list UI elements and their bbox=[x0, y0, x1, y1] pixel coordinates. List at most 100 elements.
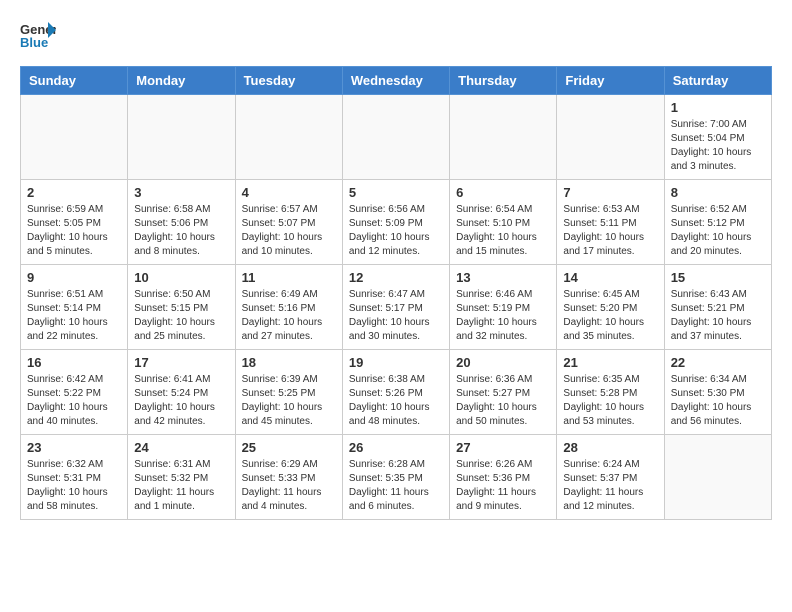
calendar-cell: 28 Sunrise: 6:24 AM Sunset: 5:37 PM Dayli… bbox=[557, 435, 664, 520]
calendar-week-row-1: 1Sunrise: 7:00 AM Sunset: 5:04 PM Daylig… bbox=[21, 95, 772, 180]
day-info: Sunrise: 6:32 AM Sunset: 5:31 PM Dayligh… bbox=[27, 458, 121, 514]
weekday-header-friday: Friday bbox=[557, 67, 664, 95]
day-info: Sunrise: 6:24 AM Sunset: 5:37 PM Dayligh… bbox=[563, 458, 657, 514]
calendar-cell bbox=[664, 435, 771, 520]
day-info: Sunrise: 6:57 AM Sunset: 5:07 PM Dayligh… bbox=[242, 203, 336, 259]
calendar-week-row-3: 9 Sunrise: 6:51 AM Sunset: 5:14 PM Daylig… bbox=[21, 265, 772, 350]
calendar-cell: 19 Sunrise: 6:38 AM Sunset: 5:26 PM Dayli… bbox=[342, 350, 449, 435]
calendar-cell bbox=[342, 95, 449, 180]
day-number: 1 bbox=[671, 100, 765, 115]
calendar-cell: 15 Sunrise: 6:43 AM Sunset: 5:21 PM Dayli… bbox=[664, 265, 771, 350]
logo: General Blue bbox=[20, 20, 56, 50]
day-number: 7 bbox=[563, 185, 657, 200]
calendar-cell bbox=[557, 95, 664, 180]
day-info: Sunrise: 6:31 AM Sunset: 5:32 PM Dayligh… bbox=[134, 458, 228, 514]
calendar-cell: 14Sunrise: 6:45 AM Sunset: 5:20 PM Dayli… bbox=[557, 265, 664, 350]
calendar-cell: 6 Sunrise: 6:54 AM Sunset: 5:10 PM Daylig… bbox=[450, 180, 557, 265]
day-number: 8 bbox=[671, 185, 765, 200]
day-info: Sunrise: 6:34 AM Sunset: 5:30 PM Dayligh… bbox=[671, 373, 765, 429]
calendar-cell: 23 Sunrise: 6:32 AM Sunset: 5:31 PM Dayli… bbox=[21, 435, 128, 520]
day-info: Sunrise: 6:59 AM Sunset: 5:05 PM Dayligh… bbox=[27, 203, 121, 259]
day-number: 14 bbox=[563, 270, 657, 285]
day-info: Sunrise: 6:39 AM Sunset: 5:25 PM Dayligh… bbox=[242, 373, 336, 429]
day-info: Sunrise: 6:29 AM Sunset: 5:33 PM Dayligh… bbox=[242, 458, 336, 514]
weekday-header-saturday: Saturday bbox=[664, 67, 771, 95]
calendar-week-row-4: 16 Sunrise: 6:42 AM Sunset: 5:22 PM Dayli… bbox=[21, 350, 772, 435]
calendar-cell: 17Sunrise: 6:41 AM Sunset: 5:24 PM Dayli… bbox=[128, 350, 235, 435]
weekday-header-monday: Monday bbox=[128, 67, 235, 95]
day-number: 13 bbox=[456, 270, 550, 285]
day-number: 5 bbox=[349, 185, 443, 200]
calendar-cell bbox=[21, 95, 128, 180]
day-number: 27 bbox=[456, 440, 550, 455]
day-number: 25 bbox=[242, 440, 336, 455]
day-number: 21 bbox=[563, 355, 657, 370]
calendar-cell: 18 Sunrise: 6:39 AM Sunset: 5:25 PM Dayli… bbox=[235, 350, 342, 435]
weekday-header-sunday: Sunday bbox=[21, 67, 128, 95]
calendar-cell: 5Sunrise: 6:56 AM Sunset: 5:09 PM Daylig… bbox=[342, 180, 449, 265]
calendar-cell: 26Sunrise: 6:28 AM Sunset: 5:35 PM Dayli… bbox=[342, 435, 449, 520]
calendar-week-row-5: 23 Sunrise: 6:32 AM Sunset: 5:31 PM Dayli… bbox=[21, 435, 772, 520]
day-number: 11 bbox=[242, 270, 336, 285]
day-number: 24 bbox=[134, 440, 228, 455]
calendar-cell: 1Sunrise: 7:00 AM Sunset: 5:04 PM Daylig… bbox=[664, 95, 771, 180]
calendar-cell: 11 Sunrise: 6:49 AM Sunset: 5:16 PM Dayli… bbox=[235, 265, 342, 350]
calendar-cell: 20 Sunrise: 6:36 AM Sunset: 5:27 PM Dayli… bbox=[450, 350, 557, 435]
calendar-cell: 21 Sunrise: 6:35 AM Sunset: 5:28 PM Dayli… bbox=[557, 350, 664, 435]
calendar-cell: 10 Sunrise: 6:50 AM Sunset: 5:15 PM Dayli… bbox=[128, 265, 235, 350]
weekday-header-thursday: Thursday bbox=[450, 67, 557, 95]
day-number: 15 bbox=[671, 270, 765, 285]
calendar-cell: 7Sunrise: 6:53 AM Sunset: 5:11 PM Daylig… bbox=[557, 180, 664, 265]
calendar-table: SundayMondayTuesdayWednesdayThursdayFrid… bbox=[20, 66, 772, 520]
calendar-cell: 9 Sunrise: 6:51 AM Sunset: 5:14 PM Daylig… bbox=[21, 265, 128, 350]
day-info: Sunrise: 6:54 AM Sunset: 5:10 PM Dayligh… bbox=[456, 203, 550, 259]
day-info: Sunrise: 6:35 AM Sunset: 5:28 PM Dayligh… bbox=[563, 373, 657, 429]
day-number: 18 bbox=[242, 355, 336, 370]
day-number: 10 bbox=[134, 270, 228, 285]
calendar-cell: 4 Sunrise: 6:57 AM Sunset: 5:07 PM Daylig… bbox=[235, 180, 342, 265]
calendar-cell bbox=[235, 95, 342, 180]
day-info: Sunrise: 6:42 AM Sunset: 5:22 PM Dayligh… bbox=[27, 373, 121, 429]
day-info: Sunrise: 6:28 AM Sunset: 5:35 PM Dayligh… bbox=[349, 458, 443, 514]
calendar-cell: 25 Sunrise: 6:29 AM Sunset: 5:33 PM Dayli… bbox=[235, 435, 342, 520]
day-info: Sunrise: 6:46 AM Sunset: 5:19 PM Dayligh… bbox=[456, 288, 550, 344]
day-info: Sunrise: 6:50 AM Sunset: 5:15 PM Dayligh… bbox=[134, 288, 228, 344]
day-info: Sunrise: 6:49 AM Sunset: 5:16 PM Dayligh… bbox=[242, 288, 336, 344]
day-number: 28 bbox=[563, 440, 657, 455]
weekday-header-row: SundayMondayTuesdayWednesdayThursdayFrid… bbox=[21, 67, 772, 95]
page-header: General Blue bbox=[20, 20, 772, 50]
calendar-cell bbox=[128, 95, 235, 180]
calendar-cell: 8 Sunrise: 6:52 AM Sunset: 5:12 PM Daylig… bbox=[664, 180, 771, 265]
day-info: Sunrise: 6:41 AM Sunset: 5:24 PM Dayligh… bbox=[134, 373, 228, 429]
calendar-cell bbox=[450, 95, 557, 180]
day-number: 22 bbox=[671, 355, 765, 370]
day-number: 9 bbox=[27, 270, 121, 285]
day-info: Sunrise: 6:58 AM Sunset: 5:06 PM Dayligh… bbox=[134, 203, 228, 259]
svg-text:Blue: Blue bbox=[20, 35, 48, 50]
day-info: Sunrise: 6:36 AM Sunset: 5:27 PM Dayligh… bbox=[456, 373, 550, 429]
day-number: 20 bbox=[456, 355, 550, 370]
day-number: 4 bbox=[242, 185, 336, 200]
weekday-header-tuesday: Tuesday bbox=[235, 67, 342, 95]
day-number: 12 bbox=[349, 270, 443, 285]
calendar-cell: 22 Sunrise: 6:34 AM Sunset: 5:30 PM Dayli… bbox=[664, 350, 771, 435]
day-number: 3 bbox=[134, 185, 228, 200]
calendar-cell: 16 Sunrise: 6:42 AM Sunset: 5:22 PM Dayli… bbox=[21, 350, 128, 435]
calendar-cell: 3 Sunrise: 6:58 AM Sunset: 5:06 PM Daylig… bbox=[128, 180, 235, 265]
day-info: Sunrise: 6:38 AM Sunset: 5:26 PM Dayligh… bbox=[349, 373, 443, 429]
day-number: 16 bbox=[27, 355, 121, 370]
day-info: Sunrise: 6:47 AM Sunset: 5:17 PM Dayligh… bbox=[349, 288, 443, 344]
calendar-cell: 24 Sunrise: 6:31 AM Sunset: 5:32 PM Dayli… bbox=[128, 435, 235, 520]
calendar-week-row-2: 2 Sunrise: 6:59 AM Sunset: 5:05 PM Daylig… bbox=[21, 180, 772, 265]
day-number: 6 bbox=[456, 185, 550, 200]
weekday-header-wednesday: Wednesday bbox=[342, 67, 449, 95]
calendar-cell: 27Sunrise: 6:26 AM Sunset: 5:36 PM Dayli… bbox=[450, 435, 557, 520]
day-info: Sunrise: 6:52 AM Sunset: 5:12 PM Dayligh… bbox=[671, 203, 765, 259]
logo-icon: General Blue bbox=[20, 20, 56, 50]
calendar-cell: 13 Sunrise: 6:46 AM Sunset: 5:19 PM Dayli… bbox=[450, 265, 557, 350]
day-number: 19 bbox=[349, 355, 443, 370]
day-number: 23 bbox=[27, 440, 121, 455]
day-info: Sunrise: 6:43 AM Sunset: 5:21 PM Dayligh… bbox=[671, 288, 765, 344]
day-number: 2 bbox=[27, 185, 121, 200]
day-info: Sunrise: 6:51 AM Sunset: 5:14 PM Dayligh… bbox=[27, 288, 121, 344]
